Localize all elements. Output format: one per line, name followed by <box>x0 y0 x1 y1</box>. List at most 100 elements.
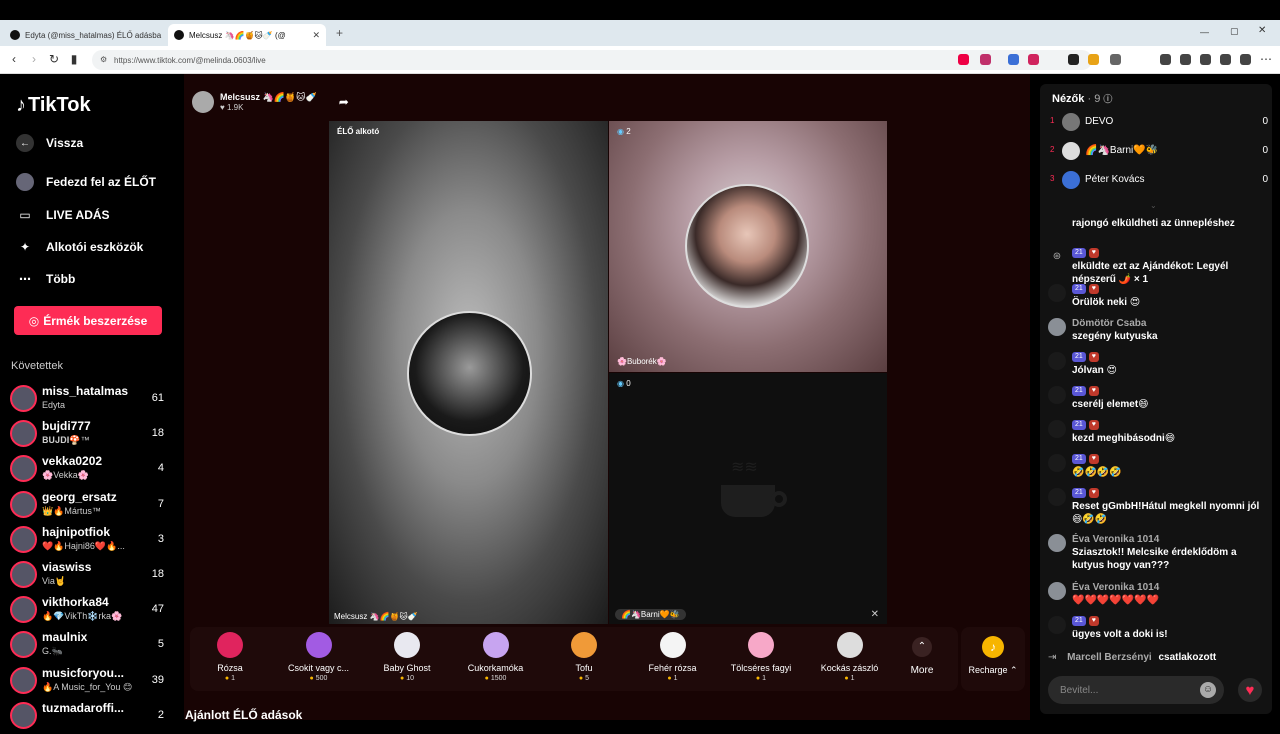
following-name: miss_hatalmas <box>42 384 129 398</box>
following-item[interactable]: georg_ersatz 👑🔥Mártus™ 7 <box>10 489 170 523</box>
extension-circle-icon[interactable] <box>1068 54 1079 65</box>
nav-live-label: LIVE ADÁS <box>46 208 110 222</box>
nav-live[interactable]: ▭ LIVE ADÁS <box>16 206 110 224</box>
chat-avatar[interactable] <box>1048 386 1066 404</box>
collapse-chevron-icon[interactable]: ⌄ <box>1150 201 1157 210</box>
chat-avatar[interactable] <box>1048 534 1066 552</box>
viewer-row[interactable]: 1 DEVO 0 <box>1050 111 1268 135</box>
emoji-icon[interactable]: ☺ <box>1200 682 1216 698</box>
share-icon[interactable]: ➦ <box>339 95 349 109</box>
viewer-row[interactable]: 2 🌈🦄Barni🧡🐝 0 <box>1050 140 1268 164</box>
viewers-header[interactable]: Nézők · 9 ⓘ <box>1052 92 1112 105</box>
following-viewer-count: 61 <box>151 392 164 404</box>
chat-input[interactable]: Bevitel... ☺ <box>1048 676 1224 704</box>
tab-1[interactable]: Edyta (@miss_hatalmas) ÉLŐ adásba <box>4 24 164 46</box>
chat-input-placeholder: Bevitel... <box>1060 684 1099 696</box>
chat-avatar[interactable] <box>1048 352 1066 370</box>
nav-explore-live[interactable]: Fedezd fel az ÉLŐT <box>16 173 156 191</box>
heart-icon[interactable]: ♥ <box>1238 678 1262 702</box>
gift-item[interactable]: Tofu 5 <box>544 627 624 691</box>
gift-item[interactable]: Cukorkamóka 1500 <box>456 627 536 691</box>
chat-avatar[interactable]: ⊛ <box>1048 248 1066 266</box>
sidebar-toggle-icon[interactable] <box>1180 54 1191 65</box>
chat-avatar[interactable] <box>1048 284 1066 302</box>
following-item[interactable]: vekka0202 🌸Vekka🌸 4 <box>10 453 170 487</box>
site-info-icon[interactable]: ⚙ <box>100 55 107 64</box>
viewer-row[interactable]: 3 Péter Kovács 0 <box>1050 169 1268 193</box>
host-name[interactable]: Melcsusz 🦄🌈🍯🐱🍼 <box>220 92 317 103</box>
live-panel-guest-1[interactable]: ◉ 2 🌸Buborék🌸 <box>609 121 887 372</box>
extension-shield-icon[interactable] <box>958 54 969 65</box>
gifts-more-button[interactable]: ⌃ More <box>882 627 962 691</box>
chat-avatar[interactable] <box>1048 616 1066 634</box>
panel-guest-2-name: 🌈🦄Barni🧡🐝 <box>615 609 686 620</box>
more-menu-icon[interactable]: ⋯ <box>1260 52 1272 66</box>
following-item[interactable]: hajnipotfiok ❤️🔥Hajni86❤️🔥... 3 <box>10 524 170 558</box>
nav-back[interactable]: ← Vissza <box>16 134 83 152</box>
gift-item[interactable]: Tölcséres fagyi 1 <box>721 627 801 691</box>
wallet-icon[interactable] <box>1200 54 1211 65</box>
back-icon[interactable]: ‹ <box>6 52 22 66</box>
gift-item[interactable]: Rózsa 1 <box>190 627 270 691</box>
live-panel-guest-2[interactable]: ◉ 0 ≋≋ 🌈🦄Barni🧡🐝 ✕ <box>609 373 887 624</box>
close-tab-icon[interactable]: ✕ <box>312 30 320 41</box>
url-field[interactable]: ⚙ https://www.tiktok.com/@melinda.0603/l… <box>92 50 1092 70</box>
following-viewer-count: 3 <box>157 532 164 545</box>
extension-color-icon[interactable] <box>1088 54 1099 65</box>
gift-item[interactable]: Kockás zászló 1 <box>810 627 890 691</box>
maximize-icon[interactable]: ▢ <box>1230 26 1239 37</box>
forward-icon[interactable]: › <box>26 52 42 66</box>
chat-avatar[interactable] <box>1048 454 1066 472</box>
chat-author[interactable]: Dömötör Csaba <box>1072 318 1146 329</box>
chat-text: 🤣🤣🤣🤣 <box>1072 467 1122 478</box>
reload-icon[interactable]: ↻ <box>46 52 62 66</box>
level-badge: 21 <box>1072 248 1086 258</box>
copilot-icon[interactable] <box>1220 54 1231 65</box>
level-badge: 21 <box>1072 386 1086 396</box>
profile-icon[interactable] <box>1240 54 1251 65</box>
mute-icon[interactable]: ✕ <box>871 609 879 620</box>
gift-item[interactable]: Csokit vagy c... 500 <box>279 627 359 691</box>
arrow-left-icon: ← <box>16 134 34 152</box>
coffee-cup-icon: ≋≋ <box>713 457 791 517</box>
music-icon[interactable] <box>1160 54 1171 65</box>
info-icon[interactable]: ⓘ <box>1103 94 1112 104</box>
live-panel-host[interactable]: ÉLŐ alkotó Melcsusz 🦄🌈🍯🐱🍼 <box>329 121 608 624</box>
chat-avatar[interactable] <box>1048 420 1066 438</box>
gift-item[interactable]: Fehér rózsa 1 <box>633 627 713 691</box>
chat-avatar[interactable] <box>1048 582 1066 600</box>
extension-translate-icon[interactable] <box>1008 54 1019 65</box>
get-coins-button[interactable]: ◎ Érmék beszerzése <box>14 306 162 335</box>
extension-triangle-icon[interactable] <box>980 54 991 65</box>
bookmark-icon[interactable]: ▮ <box>66 52 82 66</box>
fan-badge-icon: ♥ <box>1088 386 1099 396</box>
extensions-icon[interactable] <box>1110 54 1121 65</box>
following-item[interactable]: musicforyou... 🔥A Music_for_You 😊 39 <box>10 665 170 699</box>
following-item[interactable]: bujdi777 𝐁𝐔𝐉𝐃𝐈🍄™ 18 <box>10 418 170 452</box>
gift-item[interactable]: Baby Ghost 10 <box>367 627 447 691</box>
minimize-icon[interactable]: — <box>1200 27 1209 37</box>
following-item[interactable]: viaswiss Via🤘 18 <box>10 559 170 593</box>
chat-author[interactable]: Éva Veronika 1014 <box>1072 582 1159 593</box>
tiktok-logo[interactable]: ♪ TikTok <box>16 94 91 117</box>
following-item[interactable]: tuzmadaroffi... 2 <box>10 700 170 734</box>
chat-text: cserélj elemet😄 <box>1072 399 1149 410</box>
tab-2[interactable]: Melcsusz 🦄🌈🍯🐱🍼 (@ ✕ <box>168 24 326 46</box>
host-avatar[interactable] <box>192 91 214 113</box>
extension-k-icon[interactable] <box>1028 54 1039 65</box>
gift-bar: Rózsa 1 Csokit vagy c... 500 Baby Ghost 10 Cuk… <box>190 627 958 691</box>
nav-more[interactable]: ⋯ Több <box>16 270 75 288</box>
following-title: Követettek <box>11 360 63 372</box>
following-item[interactable]: maulnix G.🐜 5 <box>10 629 170 663</box>
chat-avatar[interactable] <box>1048 488 1066 506</box>
chat-author[interactable]: Éva Veronika 1014 <box>1072 534 1159 545</box>
chat-avatar[interactable] <box>1048 318 1066 336</box>
following-item[interactable]: vikthorka84 🔥💎VikTh❄️rka🌸 47 <box>10 594 170 628</box>
ellipsis-icon: ⋯ <box>19 272 31 286</box>
new-tab-icon[interactable]: + <box>336 26 343 40</box>
following-item[interactable]: miss_hatalmas Edyta 61 <box>10 383 170 417</box>
viewer-name: 🌈🦄Barni🧡🐝 <box>1085 145 1159 156</box>
nav-creator-tools[interactable]: ✦ Alkotói eszközök <box>16 238 143 256</box>
recharge-button[interactable]: ♪ Recharge ⌃ <box>961 627 1025 691</box>
close-window-icon[interactable]: ✕ <box>1258 25 1266 36</box>
